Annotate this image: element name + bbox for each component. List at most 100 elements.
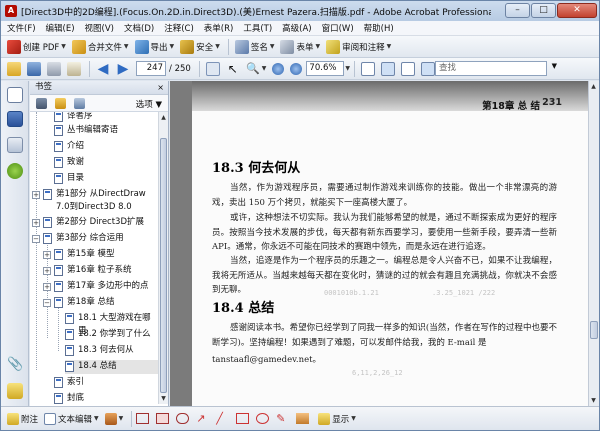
minimize-button[interactable]: – [505, 3, 530, 18]
hand-icon [205, 61, 220, 76]
menu-forms[interactable]: 表单(R) [204, 22, 234, 34]
sign-button[interactable]: 签名 ▼ [233, 38, 277, 56]
bookmark-item[interactable]: 封底 [43, 392, 84, 404]
bookmark-item[interactable]: 18.2 你学到了什么 [65, 328, 151, 342]
menu-window[interactable]: 窗口(W) [322, 22, 354, 34]
menu-view[interactable]: 视图(V) [85, 22, 114, 34]
comments-icon[interactable] [7, 383, 23, 399]
secure-button[interactable]: 安全 ▼ [178, 38, 222, 56]
export-button[interactable]: 导出 ▼ [133, 38, 177, 56]
scroll-down-icon[interactable]: ▼ [589, 396, 598, 405]
options-menu-button[interactable]: 选项 ▼ [136, 98, 162, 110]
bookmark-item[interactable]: 丛书编辑寄语 [43, 124, 118, 138]
bookmark-item[interactable]: + 第17章 多边形中的点 [43, 280, 149, 294]
new-bookmark-icon[interactable] [55, 97, 66, 109]
bookmark-item[interactable]: − 第3部分 综合运用 [32, 232, 124, 246]
close-button[interactable]: ✕ [557, 3, 597, 18]
bookmark-item[interactable]: 译者序 [43, 112, 93, 124]
find-input[interactable]: 查找 [435, 61, 547, 76]
save-button[interactable] [25, 60, 43, 78]
title-bar: A [Direct3D中的2D编程].(Focus.On.2D.in.Direc… [1, 1, 599, 21]
text-box-icon[interactable] [136, 413, 150, 424]
bookmarks-scrollbar[interactable]: ▲ ▼ [158, 112, 168, 404]
text-edit-label: 文本编辑 [58, 414, 93, 425]
combine-files-button[interactable]: 合并文件 ▼ [70, 38, 131, 56]
show-button[interactable]: 显示 ▼ [316, 410, 358, 428]
menu-comments[interactable]: 注释(C) [164, 22, 194, 34]
cloud-icon[interactable] [176, 413, 190, 424]
find-dropdown-icon[interactable]: ▼ [552, 62, 557, 70]
zoom-out-button[interactable] [270, 60, 286, 78]
bookmark-item[interactable]: 目录 [43, 172, 84, 186]
collapse-toggle[interactable]: − [43, 299, 51, 307]
zoom-in-button[interactable] [288, 60, 304, 78]
bookmark-item[interactable]: + 第15章 模型 [43, 248, 115, 262]
expand-toggle[interactable]: + [32, 219, 40, 227]
bookmark-item[interactable]: 18.3 何去何从 [65, 344, 134, 358]
pages-icon[interactable] [7, 87, 23, 103]
menu-edit[interactable]: 编辑(E) [46, 22, 75, 34]
select-tool-button[interactable]: ↖ [224, 60, 242, 78]
expand-bookmark-icon[interactable] [74, 97, 85, 109]
review-button[interactable]: 审阅和注释 ▼ [324, 38, 393, 56]
expand-toggle[interactable]: + [43, 267, 51, 275]
signatures-icon[interactable] [7, 137, 23, 153]
bookmark-item[interactable]: 致谢 [43, 156, 84, 170]
rectangle-icon[interactable] [236, 413, 250, 424]
line-icon[interactable]: ╱ [216, 413, 229, 424]
bookmark-item[interactable]: 索引 [43, 376, 84, 390]
hand-tool-button[interactable] [204, 60, 222, 78]
bookmarks-icon[interactable] [7, 111, 23, 127]
bookmark-icon [65, 361, 74, 372]
pencil-icon[interactable]: ✎ [276, 413, 289, 424]
close-panel-button[interactable]: × [157, 81, 164, 94]
bookmark-item[interactable]: − 第18章 总结 [43, 296, 115, 310]
bookmark-item-selected[interactable]: 18.4 总结 [65, 360, 158, 374]
open-button[interactable] [5, 60, 23, 78]
scroll-up-icon[interactable]: ▲ [159, 113, 168, 122]
menu-file[interactable]: 文件(F) [7, 22, 36, 34]
help-icon[interactable] [7, 163, 23, 179]
attach-note-button[interactable]: 附注 [5, 410, 40, 428]
single-page-button[interactable] [399, 60, 417, 78]
menu-advanced[interactable]: 高级(A) [282, 22, 311, 34]
create-pdf-button[interactable]: 创建 PDF ▼ [5, 38, 68, 56]
forms-button[interactable]: 表单 ▼ [278, 38, 322, 56]
eraser-icon[interactable] [296, 413, 310, 424]
collapse-toggle[interactable]: − [32, 235, 40, 243]
menu-document[interactable]: 文档(D) [124, 22, 154, 34]
page-number-input[interactable]: 247 [136, 61, 166, 76]
scroll-down-icon[interactable]: ▼ [159, 394, 168, 403]
scrollbar-thumb[interactable] [160, 138, 167, 393]
stamp-button[interactable]: ▼ [103, 410, 126, 428]
menu-tools[interactable]: 工具(T) [243, 22, 272, 34]
fit-page-button[interactable] [359, 60, 377, 78]
bookmark-item[interactable]: + 第16章 粒子系统 [43, 264, 132, 278]
callout-icon[interactable] [156, 413, 170, 424]
attachments-icon[interactable]: 📎 [7, 357, 23, 373]
previous-page-button[interactable]: ◀ [94, 60, 112, 78]
fit-width-button[interactable] [379, 60, 397, 78]
email-button[interactable] [65, 60, 83, 78]
next-page-button[interactable]: ▶ [114, 60, 132, 78]
bookmark-item[interactable]: 18.1 大型游戏在哪里 [65, 312, 158, 336]
arrow-icon[interactable]: ↗ [196, 413, 209, 424]
zoom-tool-button[interactable]: 🔍 ▼ [244, 60, 269, 78]
expand-toggle[interactable]: + [32, 191, 40, 199]
oval-icon[interactable] [256, 413, 270, 424]
maximize-button[interactable]: □ [531, 3, 556, 18]
scrollbar-thumb[interactable] [590, 321, 598, 339]
delete-bookmark-icon[interactable] [36, 97, 47, 109]
menu-help[interactable]: 帮助(H) [364, 22, 394, 34]
zoom-level-input[interactable]: 70.6% [306, 61, 345, 76]
bookmark-item[interactable]: + 第1部分 从DirectDraw 7.0到Direct3D 8.0 [32, 188, 156, 216]
bookmark-item[interactable]: 介绍 [43, 140, 84, 154]
text-edit-button[interactable]: 文本编辑 ▼ [42, 410, 101, 428]
scroll-up-icon[interactable]: ▲ [589, 82, 598, 91]
print-button[interactable] [45, 60, 63, 78]
zoom-dropdown-icon[interactable]: ▼ [345, 65, 350, 72]
expand-toggle[interactable]: + [43, 283, 51, 291]
document-scrollbar[interactable]: ▲ ▼ [588, 81, 599, 406]
bookmark-item[interactable]: + 第2部分 Direct3D扩展 [32, 216, 144, 230]
expand-toggle[interactable]: + [43, 251, 51, 259]
